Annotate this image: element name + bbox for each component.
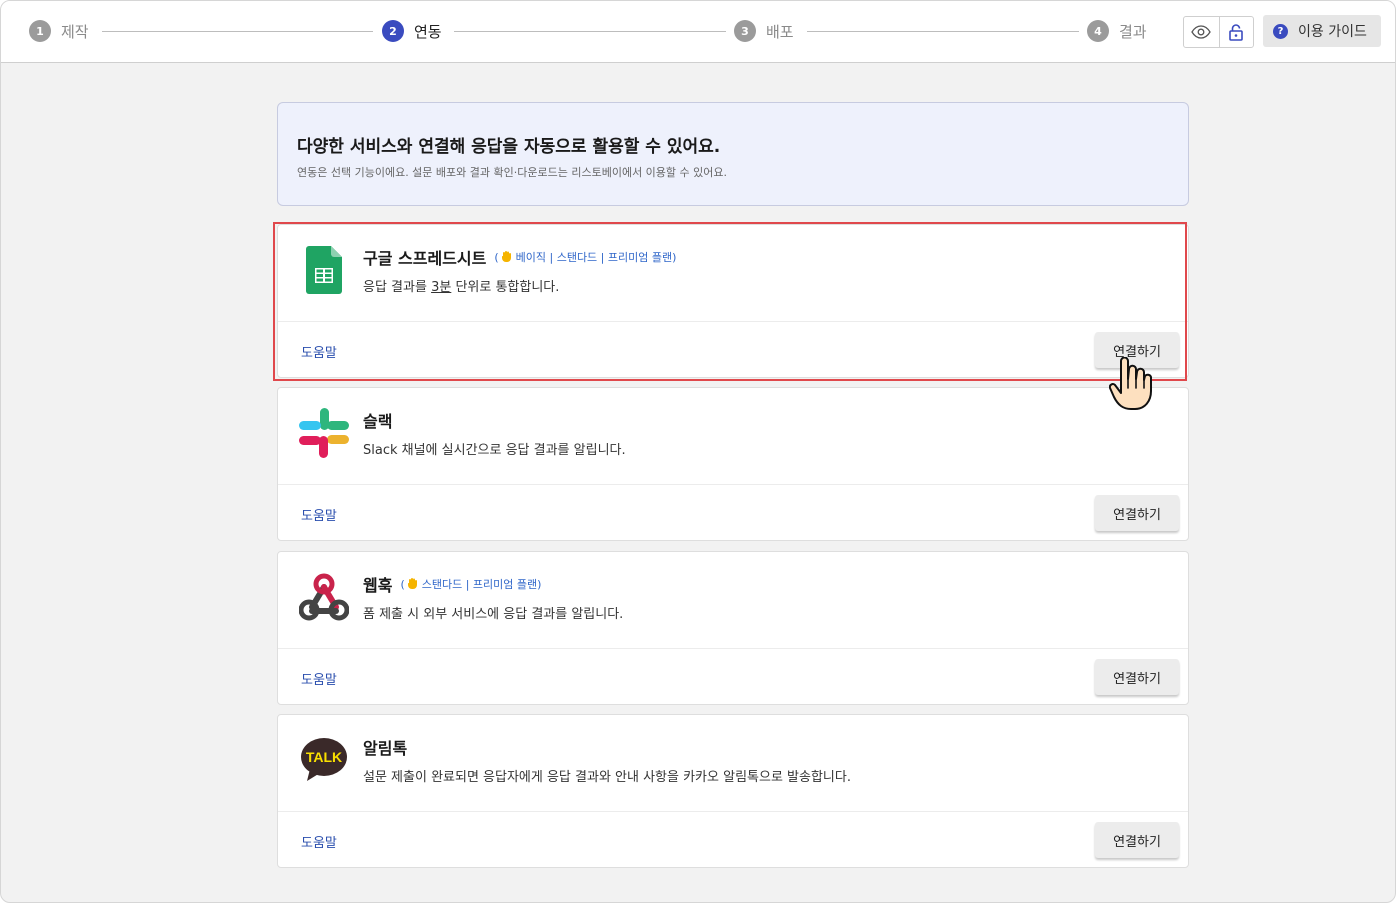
help-link[interactable]: 도움말 [301,505,337,524]
step-label: 제작 [61,22,89,41]
card-header: 슬랙 Slack 채널에 실시간으로 응답 결과를 알립니다. [278,388,1188,484]
step-connector [102,31,373,32]
lock-button[interactable] [1218,17,1254,47]
hand-icon [407,577,418,592]
hand-pointer-icon [1109,357,1152,410]
step-connector [454,31,726,32]
step-label: 배포 [766,22,794,41]
usage-guide-button[interactable]: ? 이용 가이드 [1263,15,1381,47]
step-label: 연동 [414,22,442,41]
card-description: Slack 채널에 실시간으로 응답 결과를 알립니다. [363,443,626,458]
webhook-icon [298,570,350,624]
step-bar: 1 제작 2 연동 3 배포 4 결과 ? 이용 가이드 [1,1,1395,63]
plan-text: 베이직 | 스탠다드 | 프리미엄 플랜 [515,251,673,264]
card-title-row: 알림톡 [363,735,407,759]
banner-subtitle: 연동은 선택 기능이에요. 설문 배포와 결과 확인·다운로드는 리스토베이에서… [297,166,728,179]
google-sheets-icon [298,243,350,297]
card-title-row: 슬랙 [363,408,392,432]
plan-paren-close: ) [672,250,677,264]
plan-badge: ( 베이직 | 스탠다드 | 프리미엄 플랜 ) [494,249,676,265]
card-title: 알림톡 [363,739,408,758]
help-link[interactable]: 도움말 [301,832,337,851]
plan-paren-close: ) [537,577,542,591]
step-number: 2 [382,20,404,42]
slack-icon [298,406,350,460]
help-link[interactable]: 도움말 [301,342,337,361]
card-header: 웹훅 ( 스탠다드 | 프리미엄 플랜 ) 폼 제출 시 외부 서비스에 응답 … [278,552,1188,648]
card-description: 설문 제출이 완료되면 응답자에게 응답 결과와 안내 사항을 카카오 알림톡으… [363,770,851,785]
eye-icon [1191,25,1212,39]
integration-card-alimtalk: TALK 알림톡 설문 제출이 완료되면 응답자에게 응답 결과와 안내 사항을… [277,714,1189,868]
card-description: 응답 결과를 3분 단위로 통합합니다. [363,276,559,295]
kakao-talk-icon: TALK [298,733,350,787]
step-integration[interactable]: 2 연동 [382,19,442,43]
plan-paren-open: ( [494,250,499,264]
desc-interval: 3분 [431,280,452,295]
step-label: 결과 [1119,22,1147,41]
integration-card-webhook: 웹훅 ( 스탠다드 | 프리미엄 플랜 ) 폼 제출 시 외부 서비스에 응답 … [277,551,1189,705]
integration-card-google-sheets: 구글 스프레드시트 ( 베이직 | 스탠다드 | 프리미엄 플랜 ) 응답 결과… [277,224,1189,378]
connect-button[interactable]: 연결하기 [1095,822,1179,858]
plan-text: 스탠다드 | 프리미엄 플랜 [421,578,538,591]
card-title: 구글 스프레드시트 [363,249,487,268]
card-title: 웹훅 [363,576,393,595]
step-number: 4 [1087,20,1109,42]
desc-text: 응답 결과를 [363,280,432,295]
usage-guide-label: 이용 가이드 [1298,24,1367,40]
lock-icon [1229,23,1244,41]
connect-button[interactable]: 연결하기 [1095,495,1179,531]
step-number: 1 [29,20,51,42]
help-link[interactable]: 도움말 [301,669,337,688]
card-description: 폼 제출 시 외부 서비스에 응답 결과를 알립니다. [363,607,624,622]
step-number: 3 [734,20,756,42]
card-title: 슬랙 [363,412,393,431]
card-title-row: 구글 스프레드시트 ( 베이직 | 스탠다드 | 프리미엄 플랜 ) [363,245,676,269]
card-header: 구글 스프레드시트 ( 베이직 | 스탠다드 | 프리미엄 플랜 ) 응답 결과… [278,225,1188,321]
question-icon: ? [1273,23,1288,39]
plan-paren-open: ( [400,577,405,591]
preview-button[interactable] [1184,17,1219,47]
step-build[interactable]: 1 제작 [29,19,89,43]
hand-icon [501,250,512,265]
card-divider [278,484,1188,485]
card-divider [278,321,1188,322]
desc-text: 단위로 통합합니다. [451,280,560,295]
step-results[interactable]: 4 결과 [1087,19,1147,43]
card-divider [278,811,1188,812]
banner-title: 다양한 서비스와 연결해 응답을 자동으로 활용할 수 있어요. [297,137,721,157]
step-distribution[interactable]: 3 배포 [734,19,794,43]
integration-card-slack: 슬랙 Slack 채널에 실시간으로 응답 결과를 알립니다. 도움말 연결하기 [277,387,1189,541]
plan-badge: ( 스탠다드 | 프리미엄 플랜 ) [400,576,541,592]
connect-button[interactable]: 연결하기 [1095,659,1179,695]
info-banner: 다양한 서비스와 연결해 응답을 자동으로 활용할 수 있어요. 연동은 선택 … [277,102,1189,206]
step-connector [807,31,1079,32]
app-window: 1 제작 2 연동 3 배포 4 결과 ? 이용 가이드 다양한 서비스와 연결… [0,0,1396,903]
card-divider [278,648,1188,649]
preview-lock-group [1183,16,1254,48]
talk-icon-text: TALK [306,749,342,765]
card-header: TALK 알림톡 설문 제출이 완료되면 응답자에게 응답 결과와 안내 사항을… [278,715,1188,811]
card-title-row: 웹훅 ( 스탠다드 | 프리미엄 플랜 ) [363,572,541,596]
